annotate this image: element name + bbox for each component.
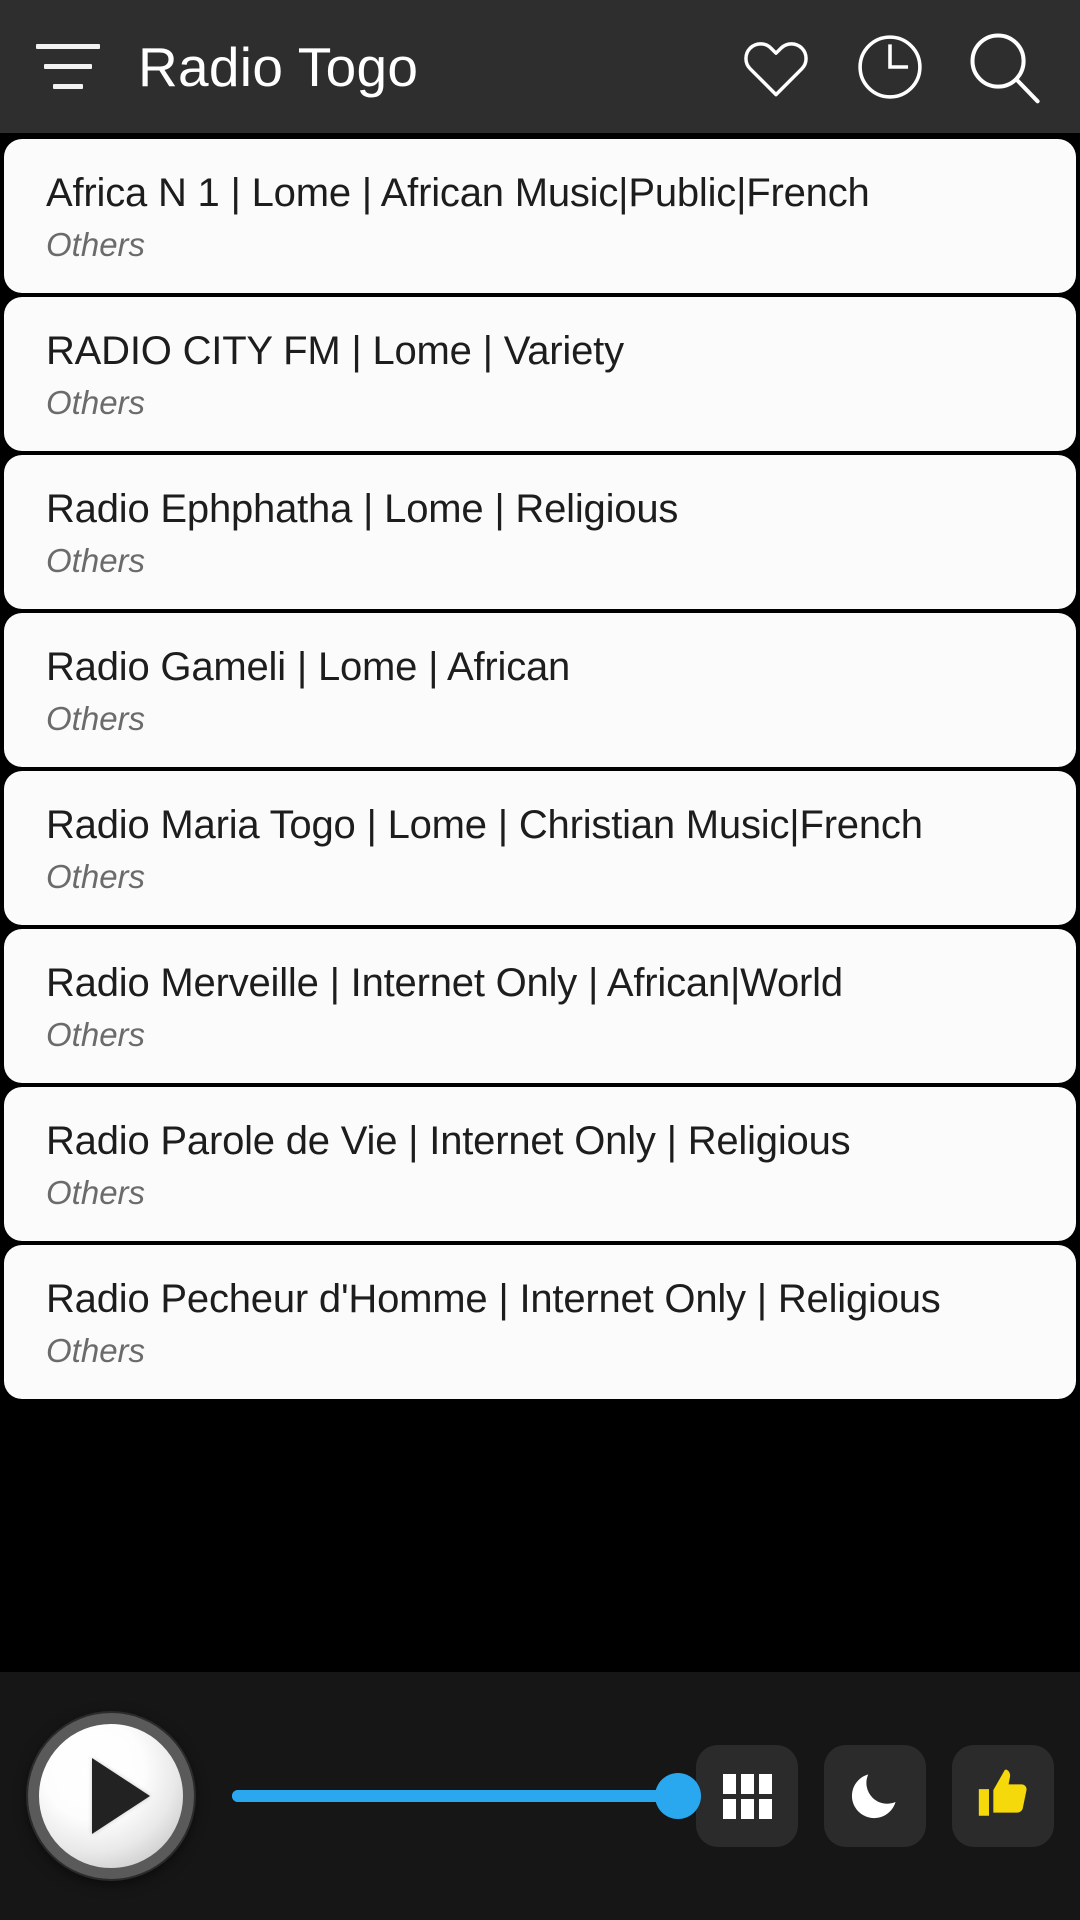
search-icon — [962, 25, 1046, 109]
list-item[interactable]: Radio Merveille | Internet Only | Africa… — [4, 929, 1076, 1083]
list-item[interactable]: Radio Maria Togo | Lome | Christian Musi… — [4, 771, 1076, 925]
list-item[interactable]: RADIO CITY FM | Lome | Variety Others — [4, 297, 1076, 451]
station-category: Others — [46, 700, 146, 737]
play-button[interactable] — [28, 1713, 194, 1879]
equalizer-button[interactable] — [696, 1745, 798, 1847]
player-actions — [696, 1745, 1054, 1847]
rate-app-button[interactable] — [952, 1745, 1054, 1847]
volume-track[interactable] — [232, 1773, 701, 1819]
list-item[interactable]: Radio Ephphatha | Lome | Religious Other… — [4, 455, 1076, 609]
station-category: Others — [46, 226, 146, 263]
app-bar: Radio Togo — [0, 0, 1080, 133]
station-category: Others — [46, 384, 146, 421]
page-title: Radio Togo — [138, 35, 419, 98]
menu-line-3 — [53, 84, 83, 89]
menu-line-1 — [36, 44, 100, 49]
heart-icon — [740, 34, 812, 100]
station-name: Radio Ephphatha | Lome | Religious — [46, 487, 679, 531]
station-category: Others — [46, 858, 146, 895]
list-item[interactable]: Africa N 1 | Lome | African Music|Public… — [4, 139, 1076, 293]
sleep-timer-button[interactable] — [824, 1745, 926, 1847]
hamburger-menu-icon[interactable] — [26, 25, 110, 109]
recent-button[interactable] — [842, 19, 938, 115]
volume-thumb[interactable] — [655, 1773, 701, 1819]
station-list[interactable]: Africa N 1 | Lome | African Music|Public… — [0, 133, 1080, 1672]
clock-icon — [851, 28, 929, 106]
station-name: Radio Parole de Vie | Internet Only | Re… — [46, 1119, 851, 1163]
list-item[interactable]: Radio Pecheur d'Homme | Internet Only | … — [4, 1245, 1076, 1399]
station-category: Others — [46, 1174, 146, 1211]
favorites-button[interactable] — [728, 19, 824, 115]
station-name: Radio Pecheur d'Homme | Internet Only | … — [46, 1277, 941, 1321]
app-bar-actions — [728, 19, 1058, 115]
volume-slider[interactable] — [232, 1672, 701, 1920]
station-name: RADIO CITY FM | Lome | Variety — [46, 329, 624, 373]
menu-line-2 — [44, 64, 92, 69]
list-item[interactable]: Radio Gameli | Lome | African Others — [4, 613, 1076, 767]
volume-fill — [232, 1790, 678, 1802]
thumbs-up-icon — [974, 1765, 1032, 1828]
search-button[interactable] — [956, 19, 1052, 115]
station-name: Radio Maria Togo | Lome | Christian Musi… — [46, 803, 923, 847]
station-category: Others — [46, 1332, 146, 1369]
station-name: Africa N 1 | Lome | African Music|Public… — [46, 171, 870, 215]
moon-icon — [846, 1765, 904, 1828]
list-item[interactable]: Radio Parole de Vie | Internet Only | Re… — [4, 1087, 1076, 1241]
player-bar — [0, 1672, 1080, 1920]
station-category: Others — [46, 542, 146, 579]
grid-icon — [722, 1773, 772, 1819]
play-icon — [92, 1758, 150, 1834]
station-category: Others — [46, 1016, 146, 1053]
station-name: Radio Merveille | Internet Only | Africa… — [46, 961, 843, 1005]
station-name: Radio Gameli | Lome | African — [46, 645, 571, 689]
app-screen: Radio Togo Africa N 1 | Lome | African M… — [0, 0, 1080, 1920]
